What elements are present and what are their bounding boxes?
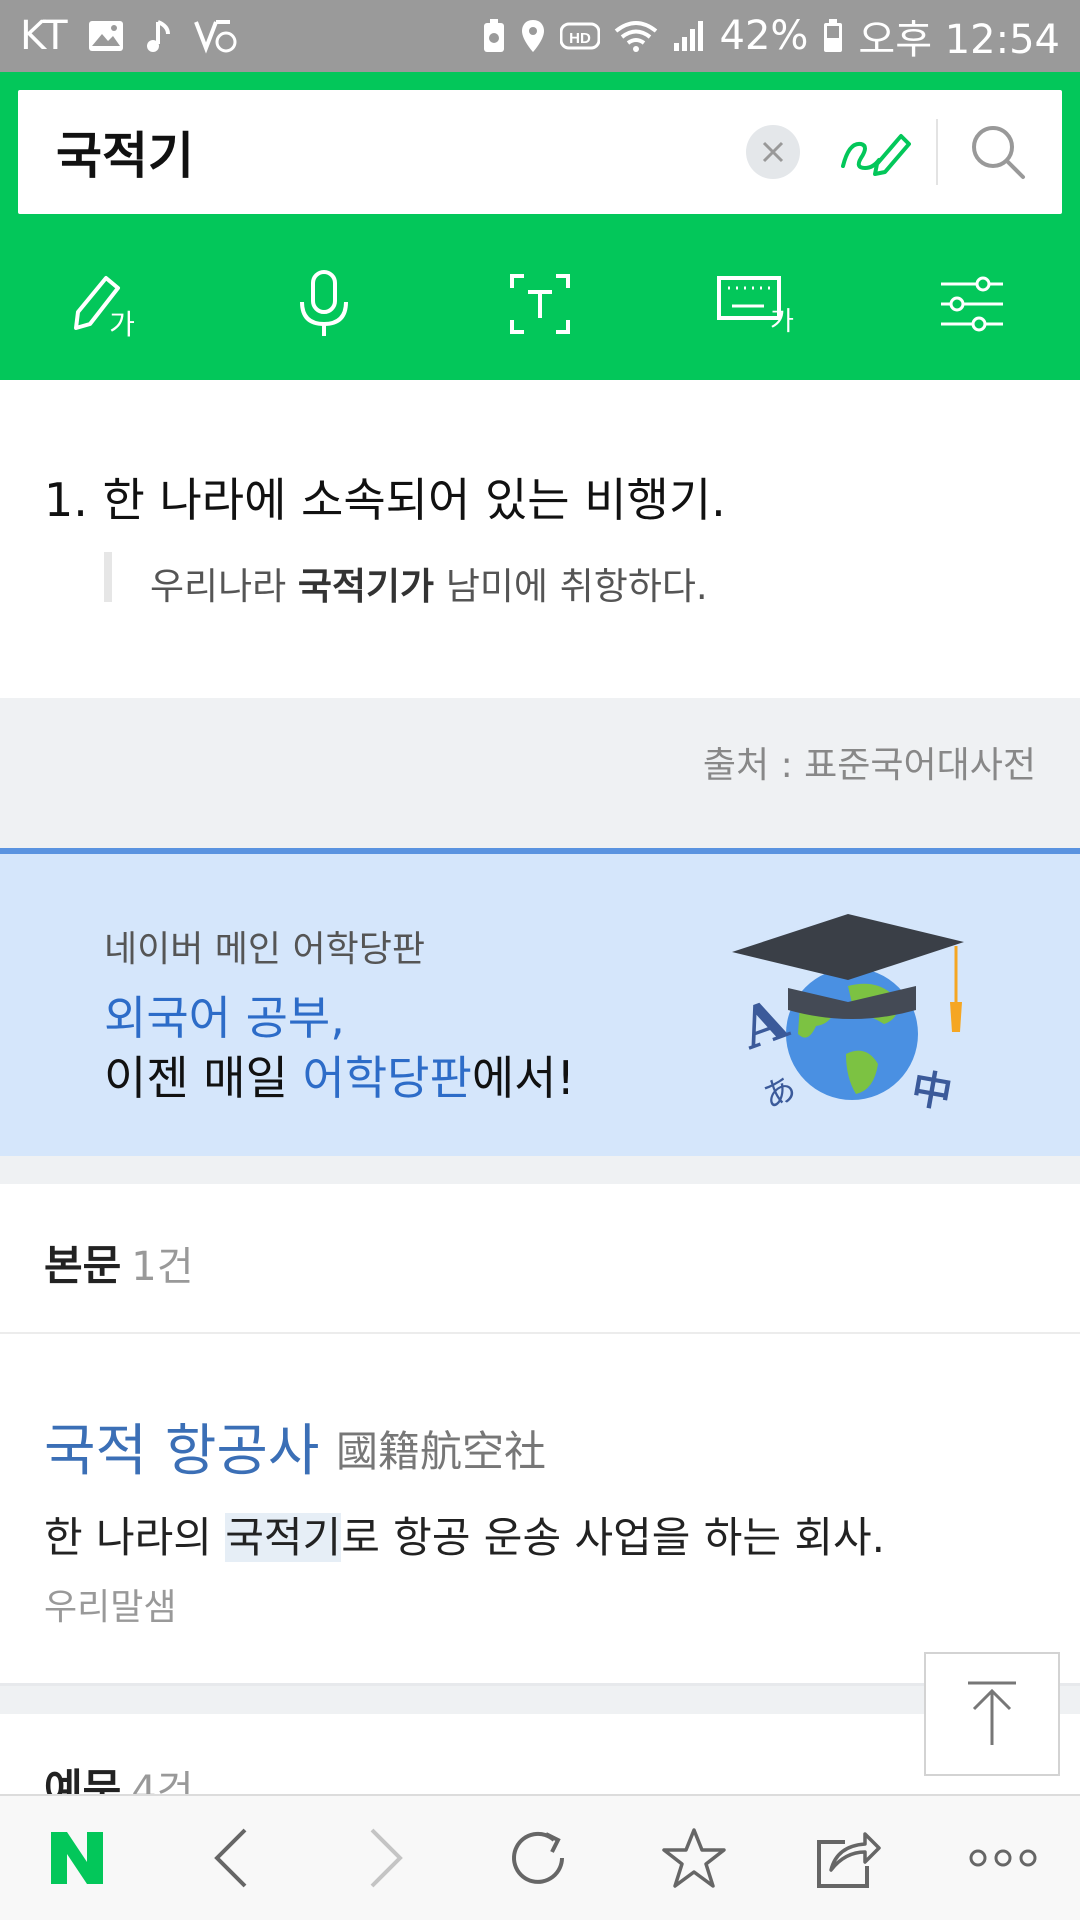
section-count: 4건: [131, 1768, 194, 1794]
definition-line: 1. 한 나라에 소속되어 있는 비행기.: [44, 464, 726, 530]
carrier-label: KT: [20, 13, 68, 59]
entry-def-post: 로 항공 운송 사업을 하는 회사.: [341, 1513, 885, 1562]
entry-def-highlight: 국적기: [225, 1513, 342, 1562]
entry-definition: 한 나라의 국적기로 항공 운송 사업을 하는 회사.: [44, 1504, 885, 1565]
section-count: 1건: [131, 1244, 194, 1290]
more-button[interactable]: [926, 1846, 1080, 1870]
entry-word-link[interactable]: 국적 항공사: [44, 1406, 319, 1487]
clear-button[interactable]: [746, 125, 800, 179]
keyboard-input-icon: 가: [717, 276, 794, 334]
search-icon: [972, 126, 1025, 179]
promo-line2-highlight: 어학당판: [302, 1051, 472, 1105]
art-letter-hiragana: あ: [757, 1068, 802, 1116]
search-box: 국적기: [18, 90, 1062, 214]
art-letter-hanzi: 中: [908, 1066, 955, 1118]
voice-input-button[interactable]: [216, 228, 432, 380]
arrow-up-to-top-icon: [968, 1681, 1016, 1745]
example-pre: 우리나라: [150, 565, 298, 608]
settings-sliders-icon: [941, 276, 1003, 332]
share-icon: [816, 1832, 881, 1888]
section-title: 예문 4건: [44, 1756, 194, 1794]
entry-source: 우리말샘: [44, 1587, 177, 1628]
section-title: 본문 1건: [44, 1232, 194, 1293]
definition-text: 한 나라에 소속되어 있는 비행기.: [102, 473, 726, 527]
search-result-entry: 국적 항공사 國籍航空社 한 나라의 국적기로 항공 운송 사업을 하는 회사.…: [0, 1334, 1080, 1686]
svg-text:가: 가: [109, 308, 135, 340]
search-settings-button[interactable]: [864, 228, 1080, 380]
refresh-icon: [512, 1831, 564, 1884]
naver-home-icon: [51, 1832, 104, 1884]
promo-eyebrow: 네이버 메인 어학당판: [104, 929, 425, 970]
source-link[interactable]: 출처 : 표준국어대사전: [703, 736, 1036, 788]
example-highlight: 국적기가: [297, 565, 435, 608]
music-icon: [144, 18, 174, 54]
share-button[interactable]: [771, 1826, 925, 1890]
voice-input-icon: [300, 270, 348, 336]
promo-headline-2: 이젠 매일 어학당판에서!: [104, 1042, 575, 1108]
section-gap: [0, 1156, 1080, 1184]
definition-card: 1. 한 나라에 소속되어 있는 비행기. 우리나라 국적기가 남미에 취항하다…: [0, 380, 1080, 698]
scroll-top-button[interactable]: [924, 1652, 1060, 1776]
keyboard-input-button[interactable]: 가: [648, 228, 864, 380]
section-header-body: 본문 1건: [0, 1184, 1080, 1334]
example-sentence: 우리나라 국적기가 남미에 취항하다.: [150, 556, 708, 610]
handwriting-button[interactable]: [838, 115, 912, 189]
battery-icon: [822, 18, 844, 54]
browser-bottom-bar: [0, 1794, 1080, 1920]
search-header: 국적기 가 가: [0, 72, 1080, 380]
promo-banner[interactable]: 네이버 메인 어학당판 외국어 공부, 이젠 매일 어학당판에서! A あ 中: [0, 848, 1080, 1156]
definition-number: 1.: [44, 473, 88, 527]
section-gap-2: [0, 1686, 1080, 1714]
handwriting-icon: [841, 134, 911, 176]
status-left: KT: [20, 13, 242, 59]
search-divider: [936, 119, 938, 185]
status-right: HD 42% 오후 12:54: [482, 7, 1060, 65]
entry-hanja: 國籍航空社: [336, 1427, 547, 1476]
hd-icon: HD: [559, 21, 600, 51]
clock: 오후 12:54: [858, 17, 1060, 63]
status-bar: KT HD 42% 오후 12:54: [0, 0, 1080, 72]
location-icon: [520, 18, 546, 54]
promo-headline-1: 외국어 공부,: [104, 991, 345, 1045]
bookmark-button[interactable]: [617, 1826, 771, 1890]
image-icon: [88, 20, 124, 52]
svg-text:가: 가: [770, 307, 794, 334]
source-band: 출처 : 표준국어대사전: [0, 698, 1080, 848]
handwrite-input-button[interactable]: 가: [0, 228, 216, 380]
volte-icon: [193, 18, 242, 54]
text-recognition-button[interactable]: [432, 228, 648, 380]
more-icon: [969, 1849, 1037, 1867]
promo-line2-post: 에서!: [471, 1051, 575, 1105]
battery-saver-icon: [482, 18, 506, 54]
back-icon: [214, 1828, 247, 1888]
back-button[interactable]: [154, 1826, 308, 1890]
entry-def-pre: 한 나라의: [44, 1513, 226, 1562]
bookmark-star-icon: [662, 1828, 727, 1888]
section-title-label: 본문: [44, 1241, 122, 1290]
text-recognition-icon: [510, 274, 570, 334]
forward-button[interactable]: [309, 1826, 463, 1890]
handwrite-input-icon: 가: [74, 276, 135, 340]
promo-line2-pre: 이젠 매일: [104, 1051, 303, 1105]
section-header-examples: 예문 4건: [0, 1714, 1080, 1794]
example-quote-bar: [104, 552, 112, 602]
example-post: 남미에 취항하다.: [434, 565, 708, 608]
wifi-icon: [614, 19, 658, 53]
signal-icon: [672, 19, 706, 53]
refresh-button[interactable]: [463, 1826, 617, 1890]
naver-home-button[interactable]: [0, 1830, 154, 1886]
graduation-globe-illustration: A あ 中: [731, 914, 964, 1118]
section-title-label: 예문: [44, 1765, 122, 1794]
search-button[interactable]: [968, 122, 1028, 182]
battery-percent: 42%: [719, 13, 809, 59]
clear-icon: [762, 141, 784, 163]
search-input[interactable]: 국적기: [56, 116, 746, 188]
forward-icon: [370, 1828, 403, 1888]
svg-text:HD: HD: [569, 30, 591, 47]
input-tool-row: 가 가: [0, 228, 1080, 380]
